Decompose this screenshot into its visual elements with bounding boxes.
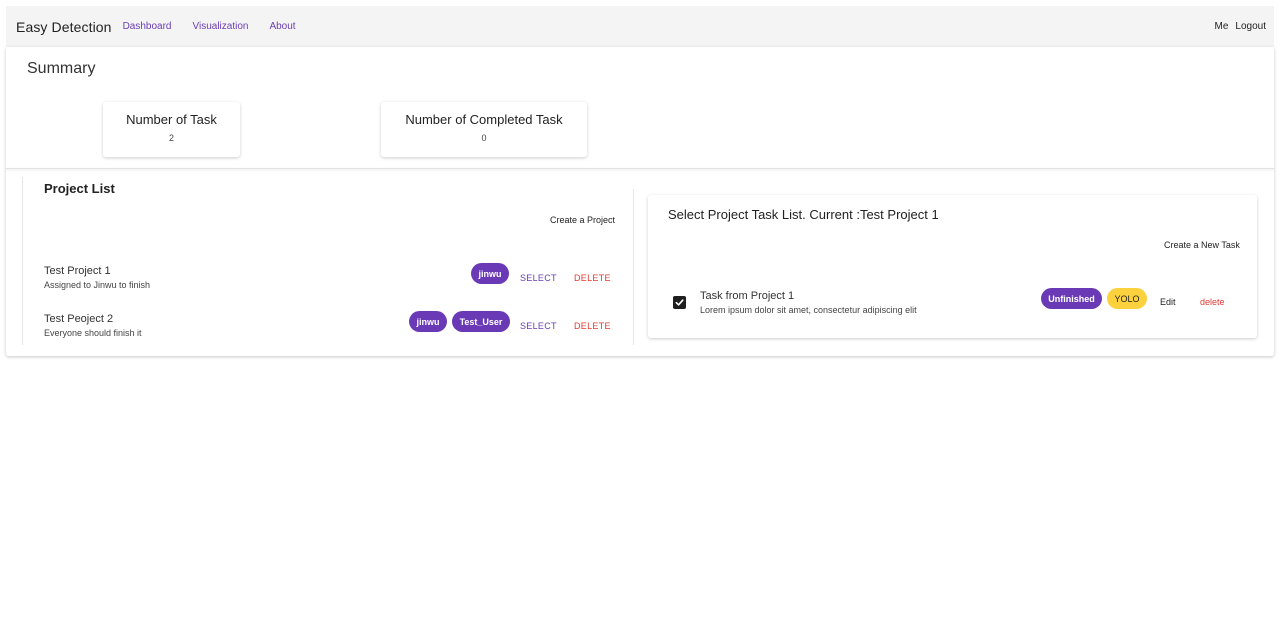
nav-user-actions: Me Logout (1215, 21, 1267, 32)
task-description: Lorem ipsum dolor sit amet, consectetur … (700, 305, 917, 315)
panel-border (633, 189, 634, 345)
task-status-chip[interactable]: Unfinished (1041, 288, 1102, 309)
select-project-button[interactable]: SELECT (520, 273, 557, 283)
delete-project-button[interactable]: DELETE (574, 273, 611, 283)
create-project-button[interactable]: Create a Project (550, 215, 615, 225)
task-checkbox[interactable] (673, 296, 686, 309)
nav-link-dashboard[interactable]: Dashboard (123, 21, 172, 32)
project-row: Test Peoject 2 Everyone should finish it… (44, 311, 624, 343)
summary-title: Summary (27, 60, 96, 77)
stat-card-completed-count: Number of Completed Task 0 (381, 102, 587, 157)
task-list-panel: Select Project Task List. Current :Test … (648, 195, 1257, 338)
select-project-button[interactable]: SELECT (520, 321, 557, 331)
brand-title[interactable]: Easy Detection (16, 19, 112, 35)
project-list-panel: Project List Create a Project Test Proje… (22, 177, 634, 345)
logout-link[interactable]: Logout (1235, 21, 1266, 32)
page: Easy Detection Dashboard Visualization A… (0, 0, 1280, 620)
section-divider (6, 168, 1274, 169)
stat-card-task-count: Number of Task 2 (103, 102, 240, 157)
task-list-title: Select Project Task List. Current :Test … (668, 207, 939, 222)
stat-value: 2 (168, 133, 174, 143)
panel-border (22, 177, 23, 345)
stat-label: Number of Task (126, 112, 217, 127)
dashboard-card: Summary Number of Task 2 Number of Compl… (6, 47, 1274, 356)
task-name: Task from Project 1 (700, 290, 795, 302)
delete-task-button[interactable]: delete (1200, 297, 1225, 307)
task-model-chip[interactable]: YOLO (1107, 288, 1147, 309)
create-task-button[interactable]: Create a New Task (1164, 240, 1240, 250)
user-chip-jinwu[interactable]: jinwu (409, 311, 447, 332)
check-icon (675, 299, 684, 306)
project-list-title: Project List (44, 181, 115, 196)
edit-task-button[interactable]: Edit (1160, 297, 1176, 307)
stat-label: Number of Completed Task (405, 112, 563, 127)
nav-link-about[interactable]: About (269, 21, 295, 32)
top-navbar: Easy Detection Dashboard Visualization A… (6, 6, 1274, 47)
project-row: Test Project 1 Assigned to Jinwu to fini… (44, 263, 624, 295)
nav-link-visualization[interactable]: Visualization (192, 21, 248, 32)
user-chip-jinwu[interactable]: jinwu (471, 263, 509, 284)
me-link[interactable]: Me (1215, 21, 1229, 32)
stat-value: 0 (481, 133, 487, 143)
task-row: Task from Project 1 Lorem ipsum dolor si… (648, 288, 1257, 320)
user-chip-test-user[interactable]: Test_User (452, 311, 510, 332)
delete-project-button[interactable]: DELETE (574, 321, 611, 331)
